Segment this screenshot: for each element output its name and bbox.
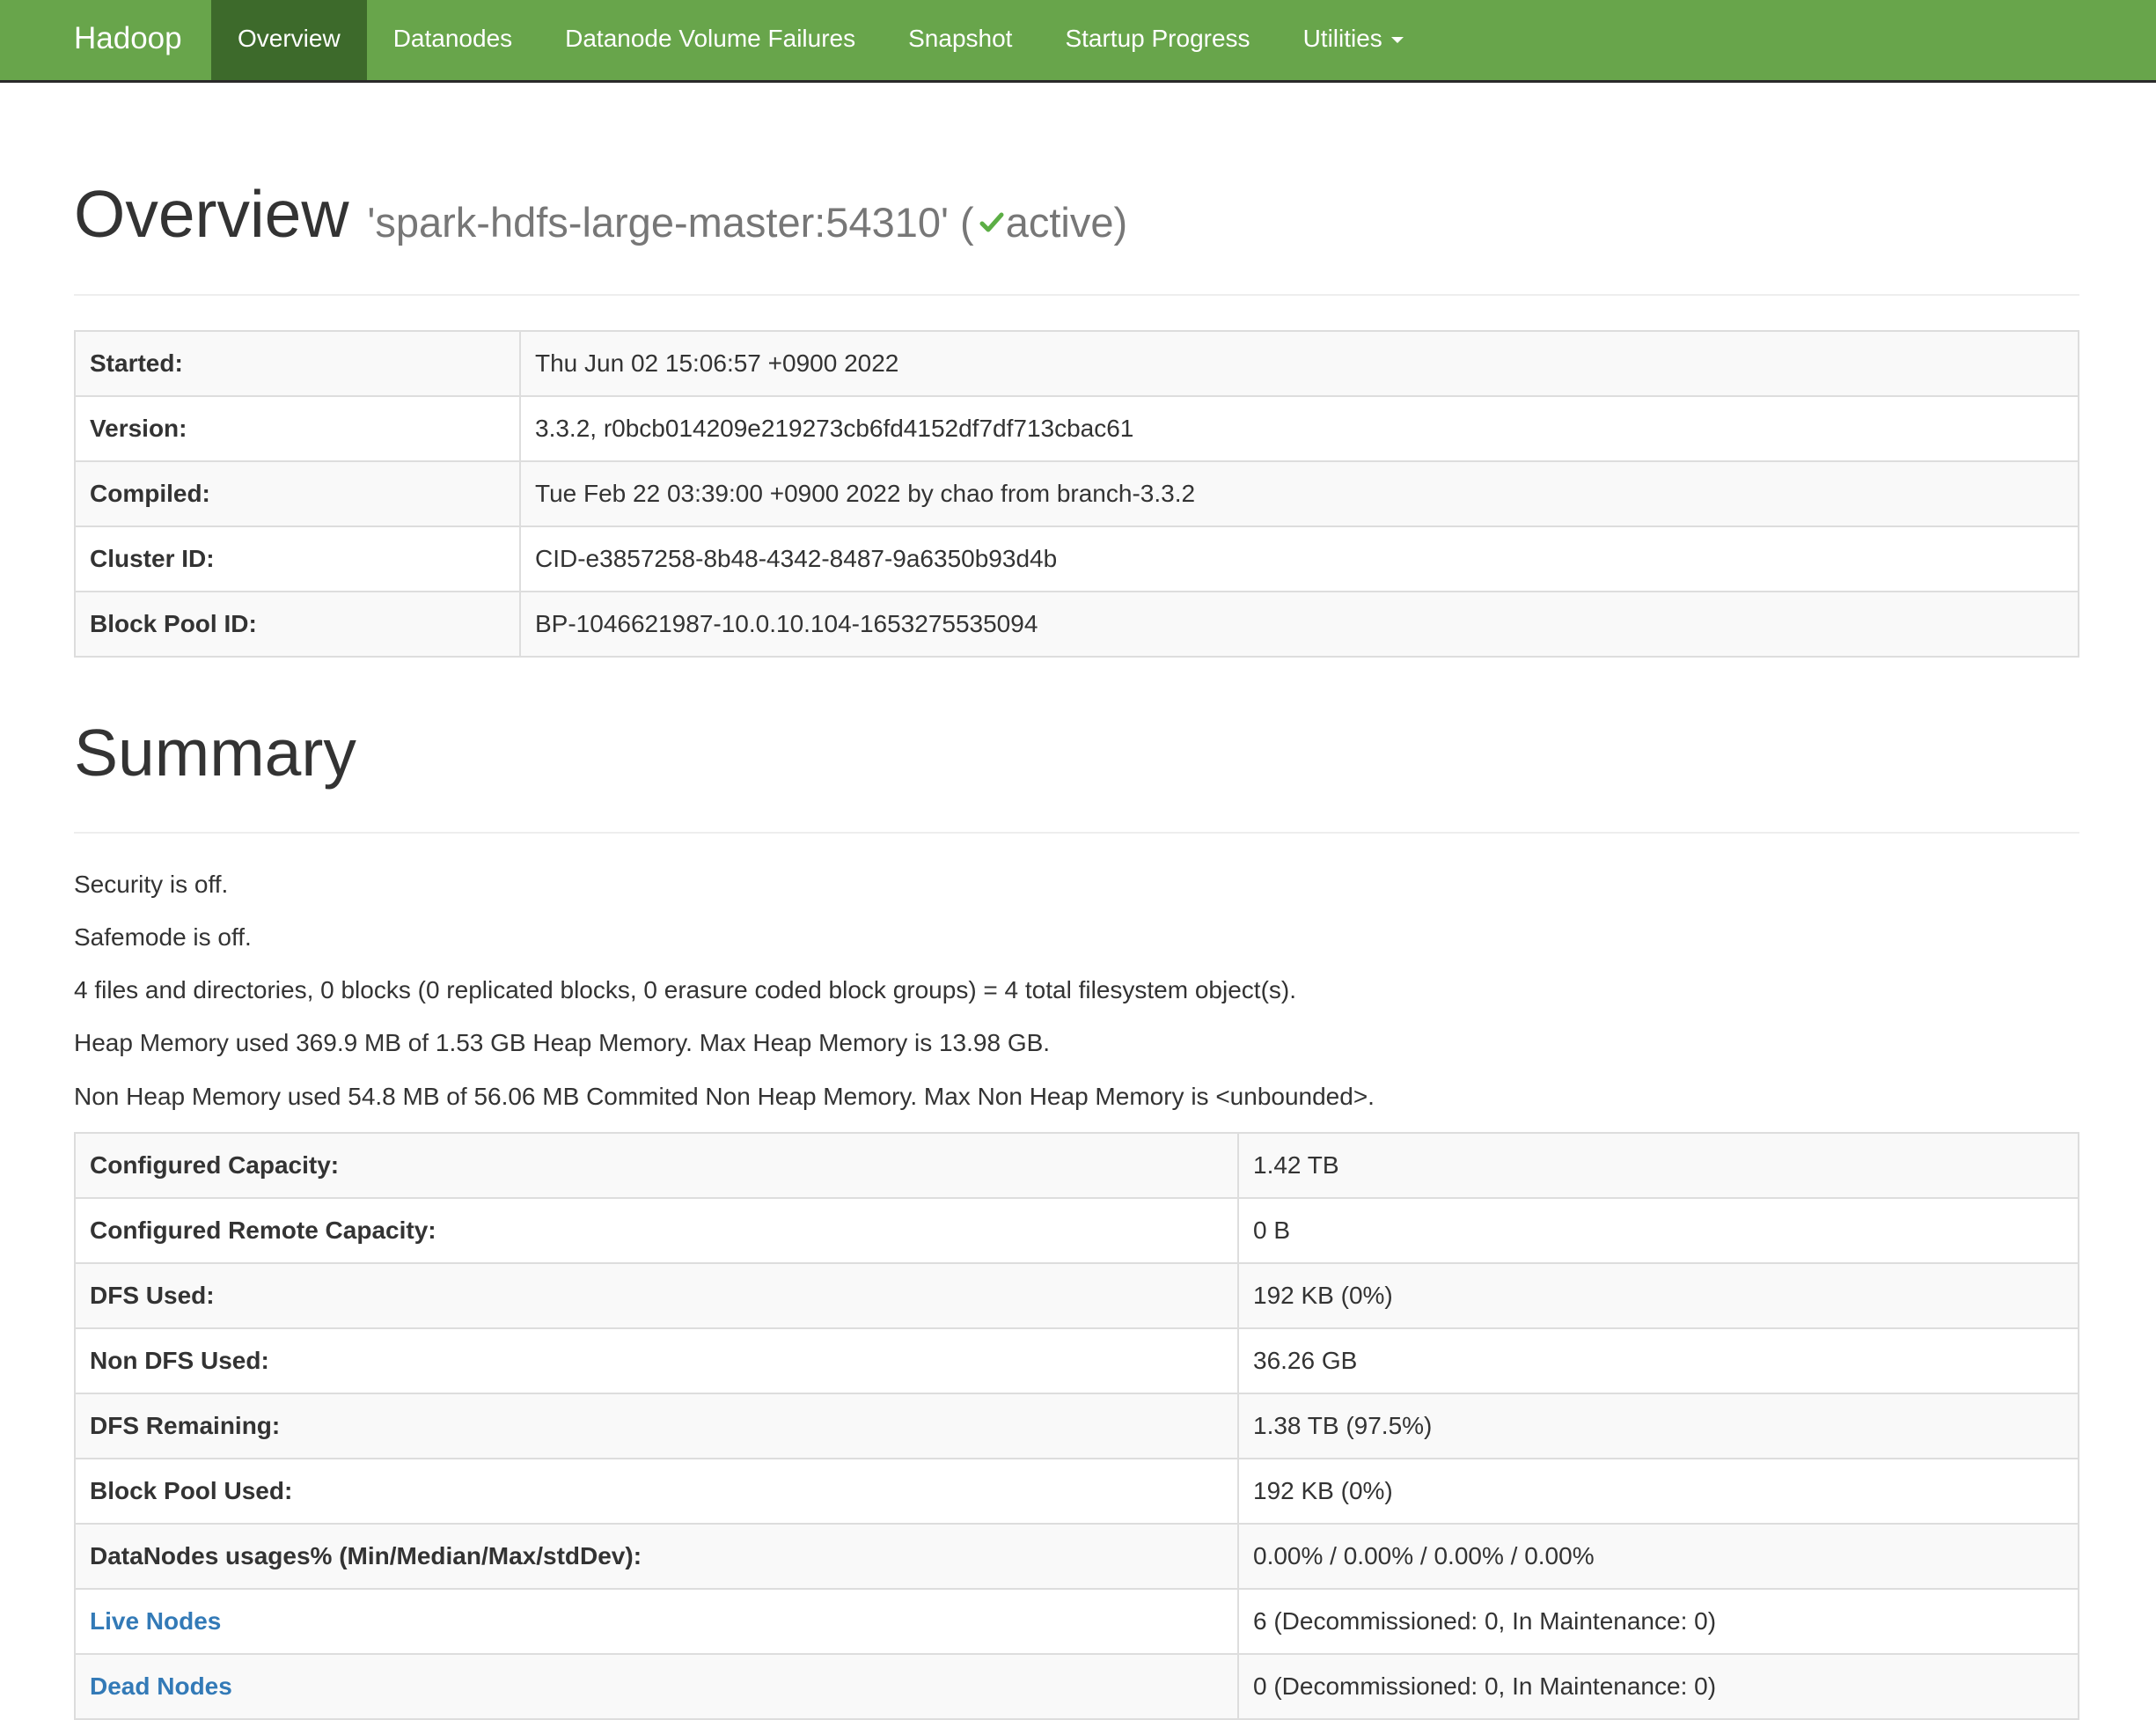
table-row: Dead Nodes 0 (Decommissioned: 0, In Main… [74,1653,2079,1720]
nav-item-snapshot[interactable]: Snapshot [882,0,1038,80]
row-value-datanodes-usages: 0.00% / 0.00% / 0.00% / 0.00% [1237,1523,2079,1590]
check-icon [979,212,1004,232]
namenode-host: 'spark-hdfs-large-master:54310' ( active) [367,199,1127,246]
row-value-cluster-id: CID-e3857258-8b48-4342-8487-9a6350b93d4b [519,526,2079,592]
table-row: Block Pool Used: 192 KB (0%) [74,1458,2079,1525]
table-row: DFS Remaining: 1.38 TB (97.5%) [74,1393,2079,1459]
non-heap-memory-text: Non Heap Memory used 54.8 MB of 56.06 MB… [74,1083,1375,1110]
open-paren: ( [960,199,974,246]
row-value-dead-nodes: 0 (Decommissioned: 0, In Maintenance: 0) [1237,1653,2079,1720]
row-value-configured-capacity: 1.42 TB [1237,1132,2079,1199]
row-value-block-pool-used: 192 KB (0%) [1237,1458,2079,1525]
heap-memory-text: Heap Memory used 369.9 MB of 1.53 GB Hea… [74,1029,1051,1056]
row-value-started: Thu Jun 02 15:06:57 +0900 2022 [519,330,2079,397]
summary-header: Summary [74,715,2079,834]
table-row: Configured Remote Capacity: 0 B [74,1197,2079,1264]
row-key-live-nodes: Live Nodes [74,1588,1239,1655]
table-row: Started: Thu Jun 02 15:06:57 +0900 2022 [74,330,2079,397]
overview-header: Overview 'spark-hdfs-large-master:54310'… [74,176,2079,296]
row-key-version: Version: [74,395,521,462]
table-row: DataNodes usages% (Min/Median/Max/stdDev… [74,1523,2079,1590]
filesystem-objects-text: 4 files and directories, 0 blocks (0 rep… [74,976,1296,1003]
row-key-dfs-used: DFS Used: [74,1262,1239,1329]
summary-title: Summary [74,716,356,790]
brand-link[interactable]: Hadoop [74,0,182,83]
row-key-block-pool-used: Block Pool Used: [74,1458,1239,1525]
row-value-dfs-remaining: 1.38 TB (97.5%) [1237,1393,2079,1459]
nav-item-overview[interactable]: Overview [211,0,367,80]
row-value-block-pool-id: BP-1046621987-10.0.10.104-1653275535094 [519,591,2079,658]
row-value-configured-remote-capacity: 0 B [1237,1197,2079,1264]
host-label: 'spark-hdfs-large-master:54310' [367,199,949,246]
page-title: Overview 'spark-hdfs-large-master:54310'… [74,176,2079,252]
row-key-configured-capacity: Configured Capacity: [74,1132,1239,1199]
row-key-dead-nodes: Dead Nodes [74,1653,1239,1720]
row-key-non-dfs-used: Non DFS Used: [74,1327,1239,1394]
dead-nodes-link[interactable]: Dead Nodes [90,1672,232,1700]
table-row: DFS Used: 192 KB (0%) [74,1262,2079,1329]
table-row: Configured Capacity: 1.42 TB [74,1132,2079,1199]
row-key-compiled: Compiled: [74,460,521,527]
nav-item-datanode-volume-failures[interactable]: Datanode Volume Failures [539,0,882,80]
live-nodes-link[interactable]: Live Nodes [90,1607,221,1635]
table-row: Live Nodes 6 (Decommissioned: 0, In Main… [74,1588,2079,1655]
row-key-configured-remote-capacity: Configured Remote Capacity: [74,1197,1239,1264]
table-row: Version: 3.3.2, r0bcb014209e219273cb6fd4… [74,395,2079,462]
row-value-non-dfs-used: 36.26 GB [1237,1327,2079,1394]
row-key-started: Started: [74,330,521,397]
table-row: Block Pool ID: BP-1046621987-10.0.10.104… [74,591,2079,658]
namenode-state: active) [1005,199,1128,246]
row-key-block-pool-id: Block Pool ID: [74,591,521,658]
row-value-version: 3.3.2, r0bcb014209e219273cb6fd4152df7df7… [519,395,2079,462]
row-key-cluster-id: Cluster ID: [74,526,521,592]
table-row: Compiled: Tue Feb 22 03:39:00 +0900 2022… [74,460,2079,527]
row-value-live-nodes: 6 (Decommissioned: 0, In Maintenance: 0) [1237,1588,2079,1655]
security-status-text: Security is off. [74,871,229,898]
row-value-dfs-used: 192 KB (0%) [1237,1262,2079,1329]
nav-item-datanodes[interactable]: Datanodes [367,0,539,80]
nav-item-utilities-label: Utilities [1302,25,1382,52]
row-key-datanodes-usages: DataNodes usages% (Min/Median/Max/stdDev… [74,1523,1239,1590]
row-value-compiled: Tue Feb 22 03:39:00 +0900 2022 by chao f… [519,460,2079,527]
nav-item-utilities[interactable]: Utilities [1277,0,1430,80]
overview-title: Overview [74,177,349,251]
nav-menu: Overview Datanodes Datanode Volume Failu… [211,0,1430,80]
table-row: Cluster ID: CID-e3857258-8b48-4342-8487-… [74,526,2079,592]
nav-item-startup-progress[interactable]: Startup Progress [1038,0,1276,80]
overview-table: Started: Thu Jun 02 15:06:57 +0900 2022 … [74,330,2079,658]
summary-table: Configured Capacity: 1.42 TB Configured … [74,1132,2079,1720]
table-row: Non DFS Used: 36.26 GB [74,1327,2079,1394]
safemode-status-text: Safemode is off. [74,923,252,951]
row-key-dfs-remaining: DFS Remaining: [74,1393,1239,1459]
caret-down-icon [1390,37,1404,44]
top-navbar: Hadoop Overview Datanodes Datanode Volum… [0,0,2156,83]
